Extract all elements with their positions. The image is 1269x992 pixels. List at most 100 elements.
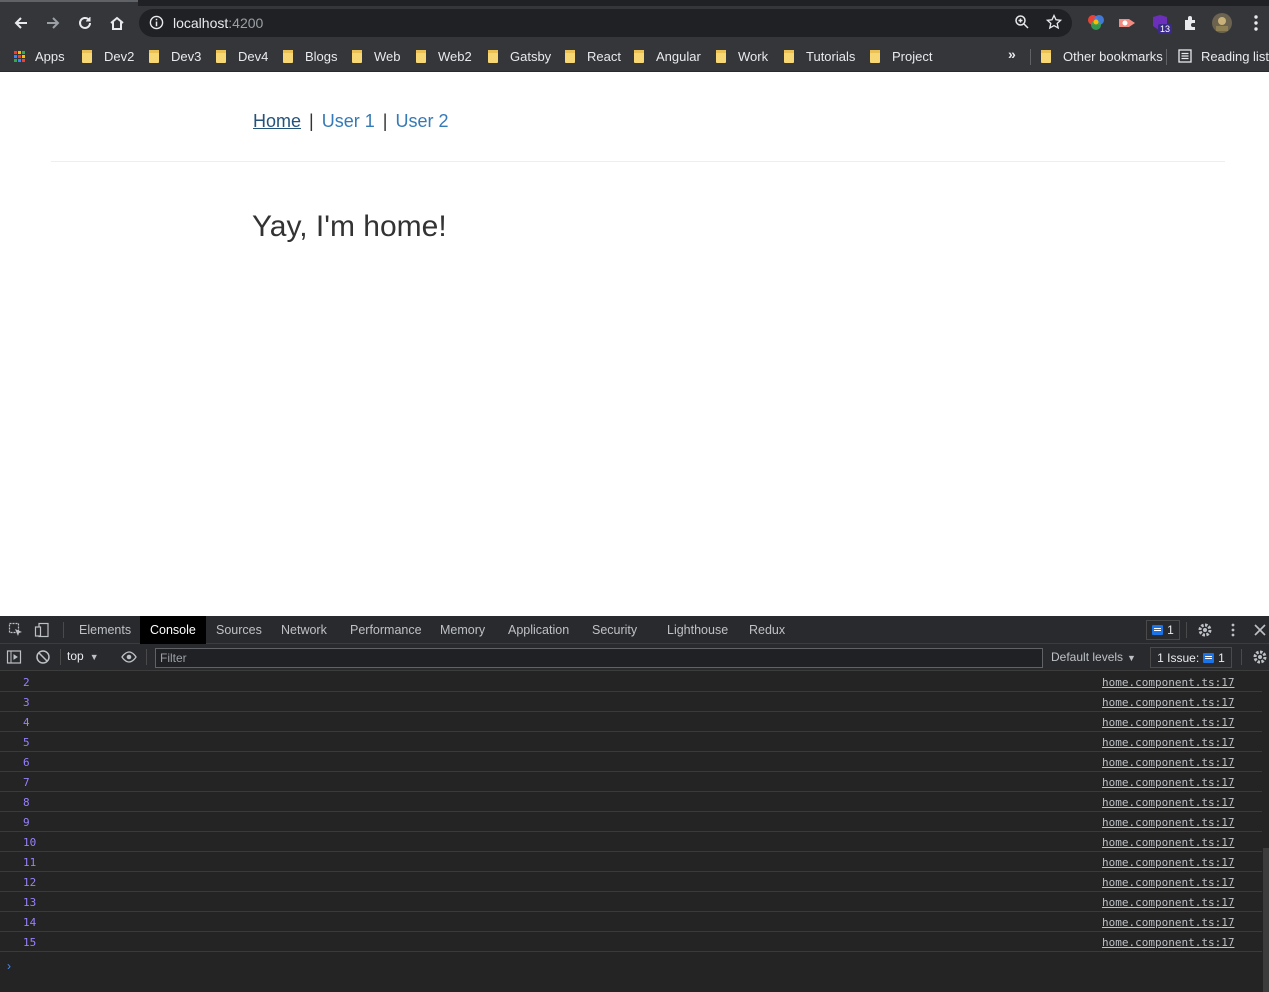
bookmark-folder-work[interactable]: Work <box>716 47 768 65</box>
redux-extension-icon[interactable]: 13 <box>1150 13 1173 34</box>
console-row: 8 home.component.ts:17 <box>0 792 1262 812</box>
toolbar-divider <box>1186 622 1187 638</box>
more-vert-icon[interactable] <box>1225 622 1241 638</box>
console-row: 11 home.component.ts:17 <box>0 852 1262 872</box>
tab-security[interactable]: Security <box>582 616 647 644</box>
sidebar-toggle-icon[interactable] <box>6 649 22 665</box>
tab-redux[interactable]: Redux <box>739 616 795 644</box>
star-icon[interactable] <box>1046 14 1062 30</box>
nav-link-user-1[interactable]: User 1 <box>322 111 375 131</box>
dropdown-arrow-icon: ▼ <box>1127 653 1136 663</box>
gear-icon[interactable] <box>1197 622 1213 638</box>
tab-memory[interactable]: Memory <box>430 616 495 644</box>
tab-performance[interactable]: Performance <box>340 616 432 644</box>
console-value: 8 <box>23 796 30 809</box>
folder-icon <box>216 49 226 63</box>
console-value: 15 <box>23 936 37 949</box>
bookmark-label: Work <box>738 48 769 64</box>
bookmark-folder-web[interactable]: Web <box>352 47 401 65</box>
tab-network[interactable]: Network <box>271 616 337 644</box>
page-heading: Yay, I'm home! <box>252 210 447 243</box>
bookmark-folder-project[interactable]: Project <box>870 47 932 65</box>
puzzle-icon[interactable] <box>1181 13 1201 33</box>
bookmark-label: Tutorials <box>806 48 856 64</box>
console-source-link[interactable]: home.component.ts:17 <box>1102 696 1234 709</box>
device-toolbar-icon[interactable] <box>34 622 50 638</box>
more-vert-icon[interactable] <box>1246 13 1266 33</box>
folder-icon <box>416 49 426 63</box>
reload-button[interactable] <box>70 8 100 38</box>
context-select[interactable]: top ▼ <box>67 649 99 663</box>
nav-link-home[interactable]: Home <box>253 111 301 131</box>
bookmark-folder-dev2[interactable]: Dev2 <box>82 47 134 65</box>
log-levels-dropdown[interactable]: Default levels ▼ <box>1051 650 1136 664</box>
bookmark-folder-angular[interactable]: Angular <box>634 47 701 65</box>
eye-icon[interactable] <box>121 649 137 665</box>
bookmark-folder-dev3[interactable]: Dev3 <box>149 47 201 65</box>
console-messages: 2 home.component.ts:17 3 home.component.ts:… <box>0 672 1262 952</box>
info-icon[interactable] <box>149 15 164 30</box>
bookmark-folder-tutorials[interactable]: Tutorials <box>784 47 855 65</box>
console-value: 11 <box>23 856 37 869</box>
tab-sources[interactable]: Sources <box>206 616 272 644</box>
nav-link-user-2[interactable]: User 2 <box>395 111 448 131</box>
folder-icon <box>1041 49 1051 63</box>
bookmark-folder-web2[interactable]: Web2 <box>416 47 472 65</box>
bookmark-folder-react[interactable]: React <box>565 47 621 65</box>
console-source-link[interactable]: home.component.ts:17 <box>1102 736 1234 749</box>
bookmark-folder-dev4[interactable]: Dev4 <box>216 47 268 65</box>
dropdown-arrow-icon: ▼ <box>89 652 99 662</box>
close-icon[interactable] <box>1252 622 1268 638</box>
extension-badge: 13 <box>1158 24 1173 34</box>
reading-list-button[interactable]: Reading list <box>1178 47 1269 65</box>
console-source-link[interactable]: home.component.ts:17 <box>1102 816 1234 829</box>
issues-button[interactable]: 1 Issue: 1 <box>1150 647 1232 668</box>
console-source-link[interactable]: home.component.ts:17 <box>1102 916 1234 929</box>
bookmark-folder-blogs[interactable]: Blogs <box>283 47 338 65</box>
inspect-element-icon[interactable] <box>8 622 24 638</box>
console-value: 5 <box>23 736 30 749</box>
console-source-link[interactable]: home.component.ts:17 <box>1102 876 1234 889</box>
console-value: 9 <box>23 816 30 829</box>
console-source-link[interactable]: home.component.ts:17 <box>1102 856 1234 869</box>
forward-button[interactable] <box>38 8 68 38</box>
console-source-link[interactable]: home.component.ts:17 <box>1102 936 1234 949</box>
bookmark-label: Project <box>892 48 933 64</box>
console-source-link[interactable]: home.component.ts:17 <box>1102 836 1234 849</box>
tab-console[interactable]: Console <box>140 616 206 644</box>
console-toolbar: top▼ Default levels▼ 1 Issue: 1 <box>0 644 1269 671</box>
home-button[interactable] <box>102 8 132 38</box>
console-settings-gear-icon[interactable] <box>1252 649 1268 665</box>
console-value: 6 <box>23 756 30 769</box>
folder-icon <box>149 49 159 63</box>
bookmark-folder-gatsby[interactable]: Gatsby <box>488 47 551 65</box>
console-source-link[interactable]: home.component.ts:17 <box>1102 896 1234 909</box>
filter-input[interactable] <box>155 648 1043 668</box>
console-prompt[interactable]: › <box>7 959 11 973</box>
avatar[interactable] <box>1212 13 1232 33</box>
back-button[interactable] <box>6 8 36 38</box>
tab-elements[interactable]: Elements <box>69 616 141 644</box>
folder-icon <box>870 49 880 63</box>
zoom-icon[interactable] <box>1014 14 1030 30</box>
bookmark-apps[interactable]: Apps <box>14 47 65 65</box>
console-source-link[interactable]: home.component.ts:17 <box>1102 796 1234 809</box>
clear-console-icon[interactable] <box>35 649 51 665</box>
address-bar[interactable]: localhost:4200 <box>139 9 1072 37</box>
color-extension-icon[interactable] <box>1086 13 1106 33</box>
console-source-link[interactable]: home.component.ts:17 <box>1102 676 1234 689</box>
tab-application[interactable]: Application <box>498 616 579 644</box>
app-nav: Home | User 1 | User 2 <box>253 111 448 132</box>
console-row: 6 home.component.ts:17 <box>0 752 1262 772</box>
console-scrollbar[interactable] <box>1263 848 1269 992</box>
console-source-link[interactable]: home.component.ts:17 <box>1102 776 1234 789</box>
bookmarks-overflow-button[interactable]: » <box>1008 46 1016 62</box>
record-extension-icon[interactable] <box>1117 13 1137 33</box>
console-source-link[interactable]: home.component.ts:17 <box>1102 756 1234 769</box>
url-port: :4200 <box>228 15 264 31</box>
bookmark-folder-other[interactable]: Other bookmarks <box>1041 47 1163 65</box>
console-source-link[interactable]: home.component.ts:17 <box>1102 716 1234 729</box>
url-host: localhost <box>173 15 229 31</box>
messages-badge[interactable]: 1 <box>1146 620 1180 640</box>
tab-lighthouse[interactable]: Lighthouse <box>657 616 738 644</box>
